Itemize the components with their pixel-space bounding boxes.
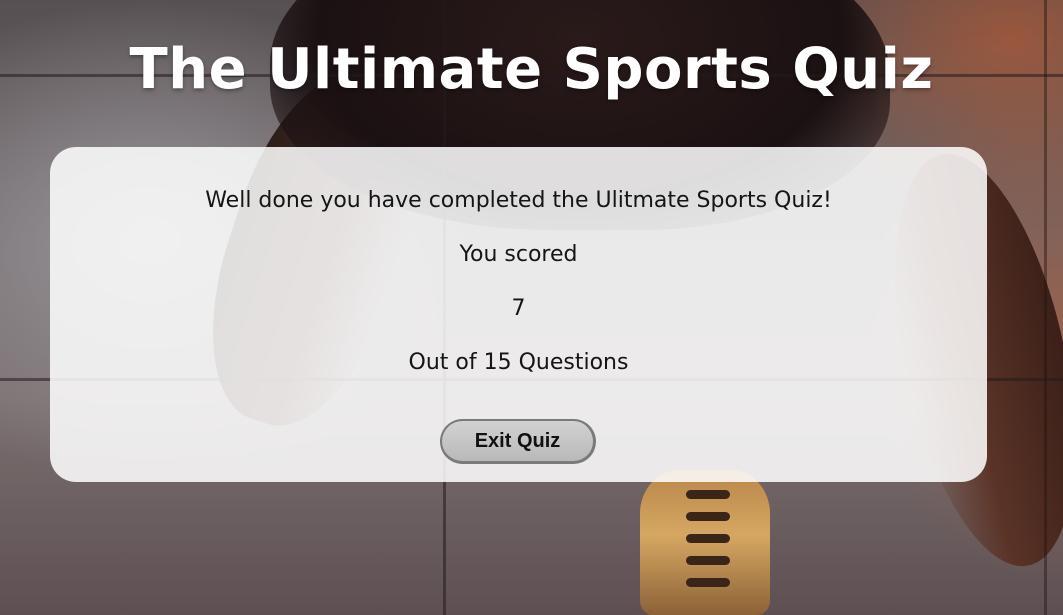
sneaker-stripe: [686, 512, 730, 521]
page-title: The Ultimate Sports Quiz: [129, 37, 934, 102]
scored-label: You scored: [459, 242, 578, 267]
score-value: 7: [511, 296, 526, 321]
sneaker-stripe: [686, 534, 730, 543]
out-of-total-text: Out of 15 Questions: [408, 350, 629, 375]
results-card: Well done you have completed the Ulitmat…: [50, 147, 987, 482]
completion-message: Well done you have completed the Ulitmat…: [205, 188, 832, 213]
exit-quiz-button[interactable]: Exit Quiz: [440, 419, 596, 464]
sneaker-stripe: [686, 490, 730, 499]
sneaker-stripe: [686, 578, 730, 587]
sneaker-stripe: [686, 556, 730, 565]
